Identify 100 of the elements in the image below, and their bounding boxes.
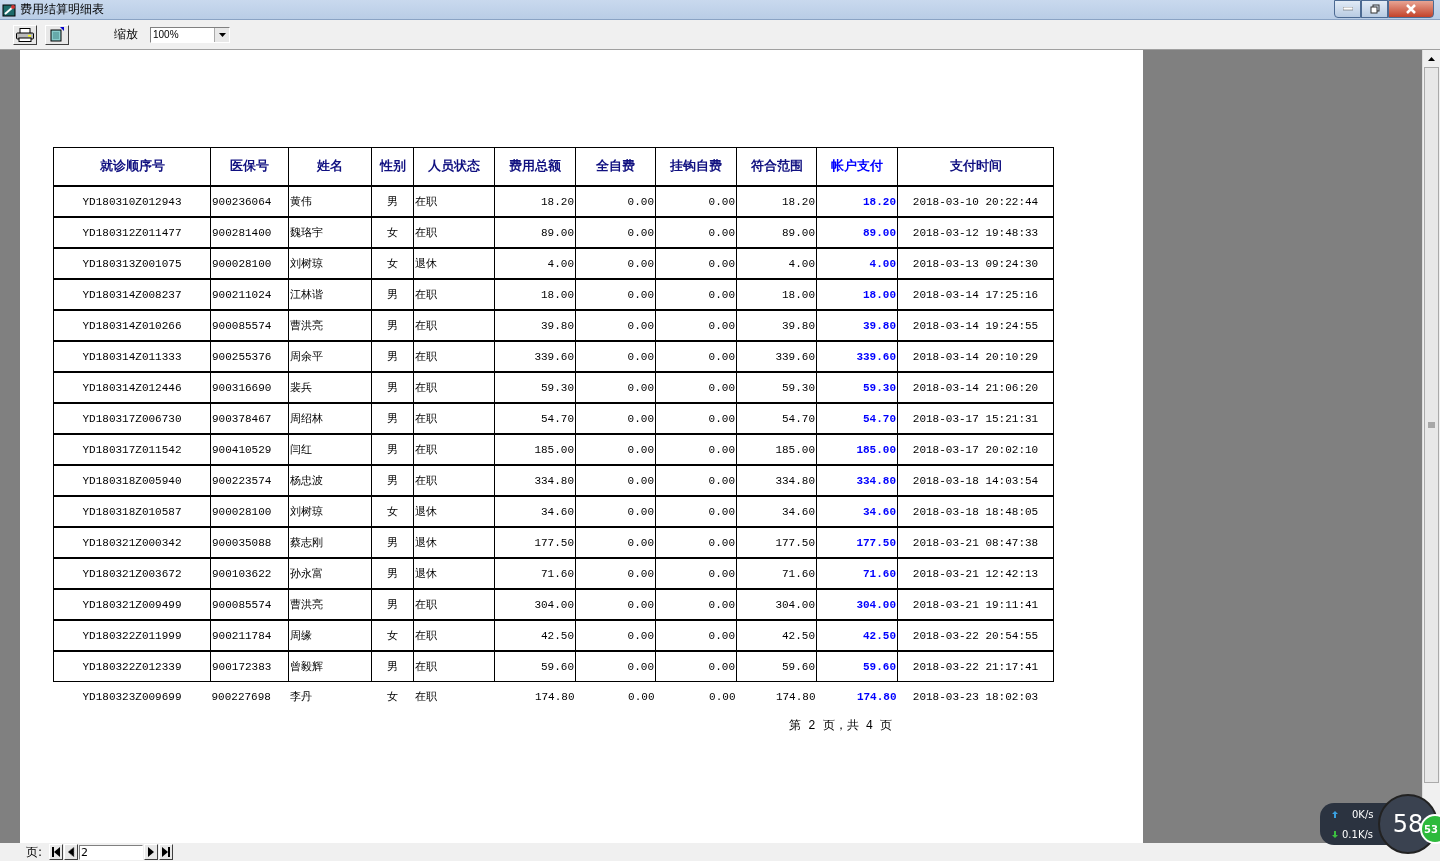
table-cell: YD180321Z003672 <box>53 558 211 589</box>
table-cell: 39.80 <box>736 310 817 341</box>
page-setup-button[interactable] <box>45 24 69 45</box>
table-cell: 42.50 <box>494 620 576 651</box>
maximize-button[interactable] <box>1361 0 1388 18</box>
table-cell: YD180314Z010266 <box>53 310 211 341</box>
table-cell: YD180317Z011542 <box>53 434 211 465</box>
scrollbar-thumb[interactable] <box>1424 67 1439 783</box>
zoom-dropdown[interactable]: 100% <box>150 26 230 43</box>
close-icon <box>1405 4 1417 14</box>
table-cell: 刘树琼 <box>288 496 372 527</box>
table-cell: 在职 <box>413 620 495 651</box>
first-page-icon <box>52 847 61 857</box>
table-cell: YD180310Z012943 <box>53 186 211 217</box>
table-cell: 退休 <box>413 558 495 589</box>
table-cell: 周绍林 <box>288 403 372 434</box>
table-cell: 曾毅辉 <box>288 651 372 682</box>
table-cell: YD180318Z005940 <box>53 465 211 496</box>
table-cell: 男 <box>371 403 414 434</box>
download-speed: 0.1K/s <box>1342 829 1374 840</box>
table-cell: 0.00 <box>575 310 656 341</box>
table-cell: YD180312Z011477 <box>53 217 211 248</box>
table-cell: 0.00 <box>655 465 737 496</box>
table-cell: 在职 <box>413 279 495 310</box>
table-cell: 男 <box>371 651 414 682</box>
table-cell: 杨忠波 <box>288 465 372 496</box>
table-cell: 39.80 <box>494 310 576 341</box>
table-cell: YD180313Z001075 <box>53 248 211 279</box>
table-cell: 900255376 <box>210 341 289 372</box>
table-cell: 0.00 <box>655 651 737 682</box>
table-cell: 54.70 <box>494 403 576 434</box>
table-cell: 男 <box>371 589 414 620</box>
table-cell: 185.00 <box>736 434 817 465</box>
table-cell: 2018-03-22 20:54:55 <box>897 620 1054 651</box>
table-cell: 江林谐 <box>288 279 372 310</box>
table-cell: 0.00 <box>575 496 656 527</box>
table-cell: 0.00 <box>655 681 737 711</box>
table-cell: 0.00 <box>655 279 737 310</box>
table-cell: 900172383 <box>210 651 289 682</box>
table-cell: 0.00 <box>655 403 737 434</box>
table-cell: 闫红 <box>288 434 372 465</box>
table-cell: YD180323Z009699 <box>53 681 211 711</box>
table-cell: 男 <box>371 558 414 589</box>
column-header: 就诊顺序号 <box>53 147 211 186</box>
table-cell: 34.60 <box>494 496 576 527</box>
column-header: 符合范围 <box>736 147 817 186</box>
previous-page-button[interactable] <box>64 844 79 860</box>
table-cell: 退休 <box>413 248 495 279</box>
table-cell: 女 <box>371 681 414 711</box>
table-cell: 2018-03-17 20:02:10 <box>897 434 1054 465</box>
table-cell: 18.20 <box>494 186 576 217</box>
table-cell: 在职 <box>413 589 495 620</box>
table-cell: 900211024 <box>210 279 289 310</box>
table-cell: 2018-03-14 20:10:29 <box>897 341 1054 372</box>
page-number: 第 2 页，共 4 页 <box>789 718 894 734</box>
column-header: 帐户支付 <box>816 147 898 186</box>
table-cell: YD180314Z012446 <box>53 372 211 403</box>
table-cell: 刘树琼 <box>288 248 372 279</box>
table-cell: 900028100 <box>210 496 289 527</box>
table-cell: 89.00 <box>736 217 817 248</box>
table-cell: 71.60 <box>494 558 576 589</box>
first-page-button[interactable] <box>49 844 64 860</box>
table-cell: 0.00 <box>655 217 737 248</box>
table-cell: 0.00 <box>655 558 737 589</box>
close-button[interactable] <box>1388 0 1434 18</box>
table-cell: 900316690 <box>210 372 289 403</box>
table-cell: 59.30 <box>736 372 817 403</box>
previous-page-icon <box>67 847 76 857</box>
table-cell: 2018-03-23 18:02:03 <box>897 681 1054 711</box>
column-header: 挂钩自费 <box>655 147 737 186</box>
scroll-up-icon[interactable] <box>1428 56 1435 61</box>
grip-icon <box>1428 422 1435 428</box>
table-cell: 18.20 <box>736 186 817 217</box>
table-cell: 女 <box>371 496 414 527</box>
table-cell: 42.50 <box>736 620 817 651</box>
last-page-button[interactable] <box>159 844 174 860</box>
table-cell: 4.00 <box>816 248 898 279</box>
table-cell: 174.80 <box>736 681 817 711</box>
table-cell: 男 <box>371 341 414 372</box>
table-cell: 0.00 <box>575 558 656 589</box>
minimize-button[interactable] <box>1334 0 1361 18</box>
table-cell: 男 <box>371 186 414 217</box>
table-cell: 0.00 <box>575 434 656 465</box>
page-field[interactable]: 2 <box>79 844 144 860</box>
table-cell: 0.00 <box>655 310 737 341</box>
table-cell: 裴兵 <box>288 372 372 403</box>
upload-arrow-icon <box>1332 811 1338 818</box>
table-cell: 在职 <box>413 310 495 341</box>
table-cell: 334.80 <box>816 465 898 496</box>
table-cell: 2018-03-12 19:48:33 <box>897 217 1054 248</box>
table-cell: 18.00 <box>736 279 817 310</box>
table-cell: 0.00 <box>575 527 656 558</box>
table-cell: 900223574 <box>210 465 289 496</box>
table-cell: 0.00 <box>655 341 737 372</box>
print-button[interactable] <box>13 24 37 45</box>
column-header: 医保号 <box>210 147 289 186</box>
table-cell: 334.80 <box>736 465 817 496</box>
table-cell: YD180322Z011999 <box>53 620 211 651</box>
next-page-button[interactable] <box>144 844 159 860</box>
table-cell: 0.00 <box>575 620 656 651</box>
